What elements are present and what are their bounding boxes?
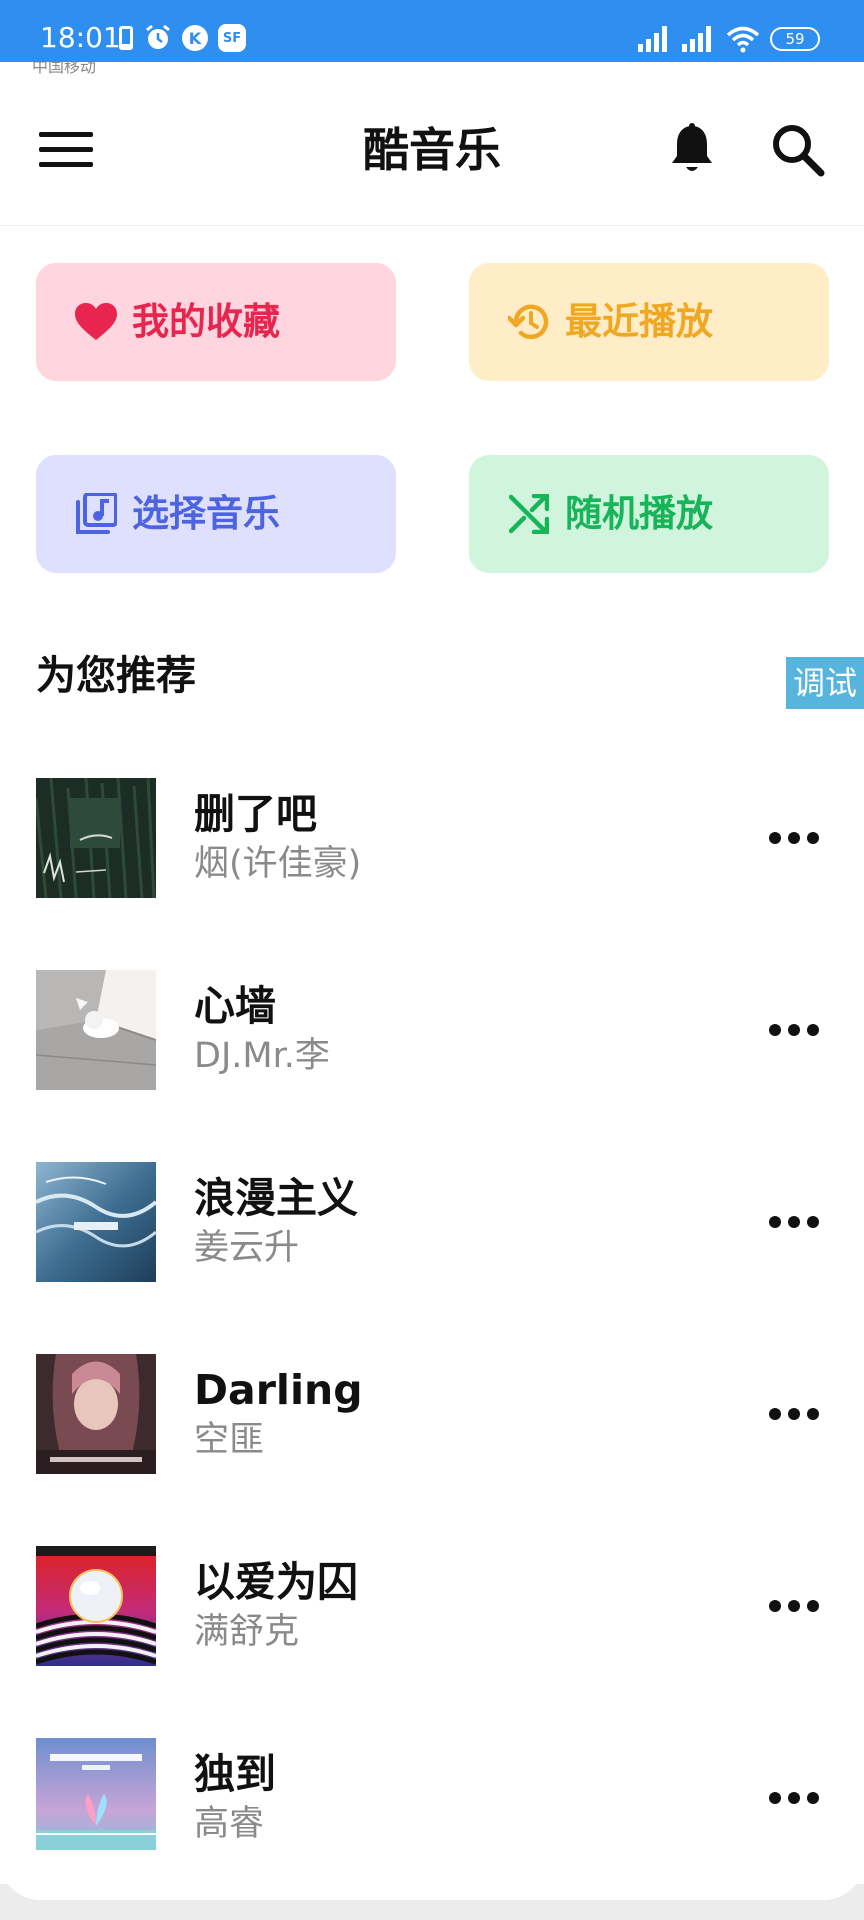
song-title: 删了吧 xyxy=(194,790,317,838)
more-options-icon[interactable] xyxy=(760,1196,828,1248)
status-icons-left: K SF xyxy=(118,22,246,54)
carrier-label: 中国移动 xyxy=(32,62,97,74)
album-cover xyxy=(36,1354,156,1474)
shuffle-play-button[interactable]: 随机播放 xyxy=(469,455,829,573)
carrier-strip: 中国移动 xyxy=(0,62,864,74)
select-music-button[interactable]: 选择音乐 xyxy=(36,455,396,573)
shuffle-play-label: 随机播放 xyxy=(565,492,713,535)
song-artist: 烟(许佳豪) xyxy=(194,844,362,884)
song-item[interactable]: 心墙 DJ.Mr.李 xyxy=(0,930,864,1122)
album-cover xyxy=(36,970,156,1090)
shuffle-icon xyxy=(507,492,551,536)
sf-app-badge-icon: SF xyxy=(218,24,246,52)
recommend-section-title: 为您推荐 xyxy=(36,653,196,699)
wifi-icon xyxy=(726,25,760,53)
search-icon[interactable] xyxy=(770,122,826,178)
status-icons-right: 59 xyxy=(638,24,820,54)
bottom-sheet-edge xyxy=(0,1850,864,1900)
k-app-badge-icon: K xyxy=(182,25,208,51)
status-time: 18:01 xyxy=(40,21,121,54)
more-options-icon[interactable] xyxy=(760,1004,828,1056)
more-options-icon[interactable] xyxy=(760,1388,828,1440)
song-artist: 高睿 xyxy=(194,1804,265,1844)
bell-icon[interactable] xyxy=(664,122,720,178)
recent-plays-label: 最近播放 xyxy=(565,300,713,343)
album-cover xyxy=(36,1162,156,1282)
album-cover xyxy=(36,1546,156,1666)
signal-icon xyxy=(638,26,672,52)
phone-icon xyxy=(118,25,134,51)
status-bar: 18:01 K SF 59 xyxy=(0,0,864,62)
favorites-button[interactable]: 我的收藏 xyxy=(36,263,396,381)
select-music-label: 选择音乐 xyxy=(132,492,280,535)
page-title: 酷音乐 xyxy=(363,123,501,177)
alarm-clock-icon xyxy=(144,24,172,52)
app-bar: 酷音乐 xyxy=(0,74,864,226)
more-options-icon[interactable] xyxy=(760,1580,828,1632)
song-artist: 满舒克 xyxy=(194,1612,300,1652)
song-item[interactable]: 删了吧 烟(许佳豪) xyxy=(0,738,864,930)
music-library-icon xyxy=(74,492,118,536)
favorites-label: 我的收藏 xyxy=(132,300,280,343)
song-title: 浪漫主义 xyxy=(194,1174,358,1222)
song-title: 心墙 xyxy=(194,982,276,1030)
song-artist: 姜云升 xyxy=(194,1228,300,1268)
more-options-icon[interactable] xyxy=(760,1772,828,1824)
heart-icon xyxy=(74,300,118,344)
signal-icon-2 xyxy=(682,26,716,52)
song-title: 以爱为囚 xyxy=(194,1558,358,1606)
recent-plays-button[interactable]: 最近播放 xyxy=(469,263,829,381)
more-options-icon[interactable] xyxy=(760,812,828,864)
song-list: 删了吧 烟(许佳豪) 心墙 DJ.Mr.李 浪漫主义 姜云升 Darling 空… xyxy=(0,738,864,1890)
debug-button[interactable]: 调试 xyxy=(786,657,864,709)
history-icon xyxy=(507,300,551,344)
song-item[interactable]: 浪漫主义 姜云升 xyxy=(0,1122,864,1314)
song-title: Darling xyxy=(194,1366,363,1414)
battery-icon: 59 xyxy=(770,27,820,51)
album-cover xyxy=(36,1738,156,1858)
song-item[interactable]: 以爱为囚 满舒克 xyxy=(0,1506,864,1698)
song-item[interactable]: Darling 空匪 xyxy=(0,1314,864,1506)
album-cover xyxy=(36,778,156,898)
song-artist: DJ.Mr.李 xyxy=(194,1036,330,1076)
song-title: 独到 xyxy=(194,1750,276,1798)
song-artist: 空匪 xyxy=(194,1420,265,1460)
